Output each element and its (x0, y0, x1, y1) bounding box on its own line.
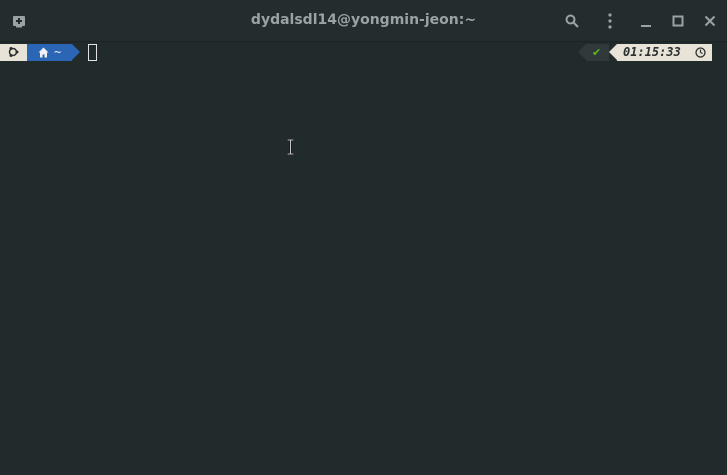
close-button[interactable] (697, 8, 723, 34)
status-check-icon: ✔ (592, 46, 602, 59)
rprompt-separator (609, 44, 617, 60)
maximize-icon (672, 15, 684, 27)
close-icon (704, 15, 716, 27)
current-directory: ~ (54, 45, 62, 59)
prompt-os-segment (0, 44, 27, 61)
text-cursor (88, 44, 97, 61)
prompt-time: 01:15:33 (623, 45, 681, 59)
minimize-button[interactable] (633, 8, 659, 34)
menu-icon (608, 13, 612, 29)
prompt-separator (72, 44, 80, 60)
ubuntu-icon (8, 47, 19, 57)
minimize-icon (641, 25, 651, 27)
terminal-area[interactable]: ~ ✔ 01:15:33 (0, 43, 727, 475)
prompt-status-segment: ✔ (586, 44, 609, 61)
maximize-button[interactable] (665, 8, 691, 34)
prompt-directory-segment: ~ (27, 44, 72, 61)
new-tab-button[interactable] (6, 8, 32, 34)
menu-button[interactable] (597, 8, 623, 34)
title-bar: dydalsdl14@yongmin-jeon:~ (0, 0, 727, 42)
new-tab-icon (13, 16, 25, 28)
search-icon (565, 14, 579, 28)
prompt-time-segment: 01:15:33 (617, 44, 712, 61)
search-button[interactable] (559, 8, 585, 34)
home-icon (38, 47, 49, 58)
mouse-ibeam-cursor (287, 139, 294, 155)
rprompt-separator (578, 44, 586, 60)
clock-icon (695, 47, 706, 58)
